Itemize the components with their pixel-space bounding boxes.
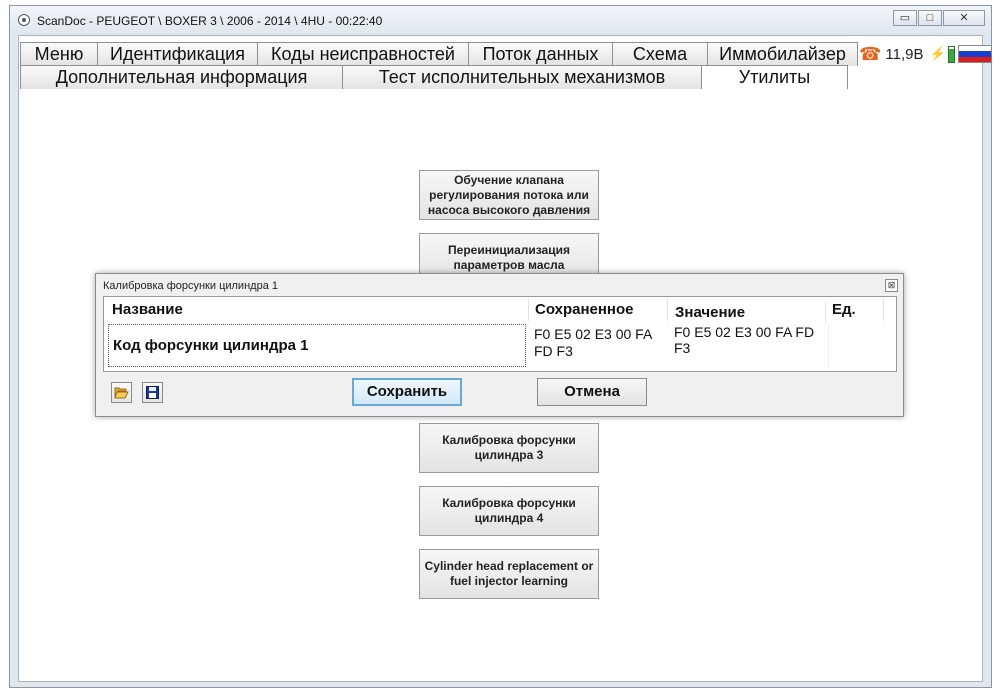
tab-row-2: Дополнительная информация Тест исполните…	[20, 65, 848, 89]
tab-identification[interactable]: Идентификация	[97, 42, 258, 66]
row-value-cell[interactable]: F0 E5 02 E3 00 FA FD F3	[671, 324, 824, 367]
tab-actuator-test[interactable]: Тест исполнительных механизмов	[342, 65, 702, 89]
tab-additional-info[interactable]: Дополнительная информация	[20, 65, 343, 89]
tab-data-stream[interactable]: Поток данных	[468, 42, 613, 66]
minimize-button[interactable]: ▭	[893, 10, 917, 26]
row-saved-cell: F0 E5 02 E3 00 FA FD F3	[534, 326, 652, 359]
phone-icon: ☎	[859, 43, 882, 64]
open-folder-icon	[114, 387, 129, 399]
column-header-name: Название	[106, 299, 529, 321]
close-button[interactable]: ✕	[943, 10, 985, 26]
injector-calibration-dialog: Калибровка форсунки цилиндра 1 ⊠ Названи…	[95, 273, 904, 417]
plug-icon: ⚡	[929, 46, 946, 61]
tab-immobilizer[interactable]: Иммобилайзер	[707, 42, 858, 66]
injector-cyl3-calibration-button[interactable]: Калибровка форсунки цилиндра 3	[419, 423, 599, 473]
save-file-button[interactable]	[142, 382, 163, 403]
row-unit-cell	[828, 324, 884, 367]
status-area: ☎ 11,9В ⚡	[859, 42, 992, 66]
battery-icon	[947, 45, 955, 63]
dialog-close-button[interactable]: ⊠	[885, 279, 898, 292]
calibration-grid: Название Сохраненное Значение Ед. Код фо…	[103, 296, 897, 372]
save-disk-icon	[146, 386, 159, 399]
tab-utilities[interactable]: Утилиты	[701, 65, 848, 89]
title-bar: ScanDoc - PEUGEOT \ BOXER 3 \ 2006 - 201…	[10, 6, 991, 35]
cylinder-head-replacement-button[interactable]: Cylinder head replacement or fuel inject…	[419, 549, 599, 599]
tab-schema[interactable]: Схема	[612, 42, 708, 66]
row-name-cell[interactable]: Код форсунки цилиндра 1	[108, 324, 526, 367]
column-header-saved: Сохраненное	[529, 299, 668, 321]
battery-voltage: 11,9В	[885, 45, 924, 63]
window-title: ScanDoc - PEUGEOT \ BOXER 3 \ 2006 - 201…	[37, 14, 383, 28]
flag-icon[interactable]	[957, 45, 992, 63]
tab-menu[interactable]: Меню	[20, 42, 98, 66]
cancel-button[interactable]: Отмена	[537, 378, 647, 406]
column-header-value: Значение	[669, 302, 826, 324]
save-button[interactable]: Сохранить	[352, 378, 462, 406]
maximize-button[interactable]: □	[918, 10, 942, 26]
app-icon	[18, 14, 30, 26]
open-button[interactable]	[111, 382, 132, 403]
hp-pump-valve-learning-button[interactable]: Обучение клапана регулирования потока ил…	[419, 170, 599, 220]
tab-row-1: Меню Идентификация Коды неисправностей П…	[20, 42, 858, 66]
tab-fault-codes[interactable]: Коды неисправностей	[257, 42, 469, 66]
injector-cyl4-calibration-button[interactable]: Калибровка форсунки цилиндра 4	[419, 486, 599, 536]
column-header-unit: Ед.	[826, 299, 884, 321]
dialog-title: Калибровка форсунки цилиндра 1	[103, 280, 278, 292]
